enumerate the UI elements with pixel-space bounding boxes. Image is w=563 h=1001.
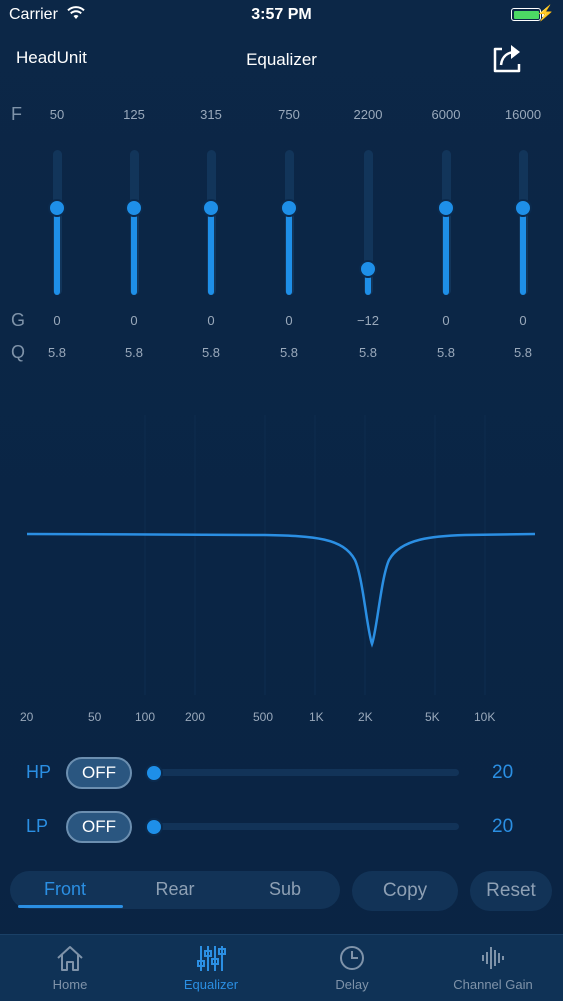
band-slider-track[interactable]: [284, 150, 294, 295]
tab-equalizer[interactable]: Equalizer: [141, 935, 281, 992]
band-gain-value: 0: [285, 313, 293, 328]
band-slider-fill: [286, 208, 292, 295]
tab-channel-gain[interactable]: Channel Gain: [423, 935, 563, 992]
band-slider-knob[interactable]: [514, 199, 532, 217]
band-q-value: 5.8: [513, 345, 533, 360]
band-slider-fill: [131, 208, 137, 295]
band-q-value: 5.8: [47, 345, 67, 360]
band-frequency: 315: [200, 107, 222, 122]
band-q-value: 5.8: [358, 345, 378, 360]
hp-value: 20: [492, 762, 514, 783]
hp-label: HP: [26, 762, 52, 782]
tab-equalizer-label: Equalizer: [183, 977, 239, 992]
band-slider-fill: [54, 208, 60, 295]
hp-toggle-button[interactable]: OFF: [66, 757, 132, 789]
eq-curve-line: [26, 532, 536, 648]
band-slider-track[interactable]: [441, 150, 451, 295]
hp-slider-knob[interactable]: [145, 764, 163, 782]
curve-frequency-tick: 2K: [358, 710, 373, 724]
lp-slider-track[interactable]: [153, 823, 459, 830]
tab-channel-gain-label: Channel Gain: [453, 977, 533, 992]
curve-frequency-tick: 200: [185, 710, 206, 724]
band-frequency: 125: [123, 107, 145, 122]
clock-icon: [340, 946, 364, 970]
curve-frequency-tick: 5K: [425, 710, 440, 724]
band-q-value: 5.8: [279, 345, 299, 360]
band-slider-knob[interactable]: [359, 260, 377, 278]
band-slider-knob[interactable]: [280, 199, 298, 217]
segment-sub[interactable]: Sub: [230, 879, 340, 900]
q-row-label: Q: [11, 342, 26, 362]
band-slider-track[interactable]: [52, 150, 62, 295]
lp-value: 20: [492, 816, 514, 837]
curve-frequency-tick: 1K: [309, 710, 324, 724]
band-gain-value: 0: [130, 313, 138, 328]
band-slider-fill: [520, 208, 526, 295]
band-frequency: 2200: [353, 107, 383, 122]
band-slider-fill: [208, 208, 214, 295]
home-icon: [57, 946, 83, 971]
status-time: 3:57 PM: [251, 6, 312, 23]
band-gain-value: 0: [53, 313, 61, 328]
curve-frequency-tick: 500: [253, 710, 274, 724]
band-slider-track[interactable]: [206, 150, 216, 295]
gain-row-label: G: [11, 310, 26, 330]
band-gain-value: 0: [207, 313, 215, 328]
band-gain-value: 0: [442, 313, 450, 328]
hp-slider-track[interactable]: [153, 769, 459, 776]
share-icon[interactable]: [489, 40, 525, 76]
curve-frequency-tick: 100: [135, 710, 156, 724]
lp-label: LP: [26, 816, 49, 836]
band-slider-knob[interactable]: [125, 199, 143, 217]
band-frequency: 750: [278, 107, 300, 122]
band-slider-knob[interactable]: [437, 199, 455, 217]
tab-home[interactable]: Home: [0, 935, 140, 992]
status-bar: Carrier 3:57 PM ⚡: [0, 0, 563, 30]
curve-frequency-tick: 10K: [474, 710, 496, 724]
tab-delay[interactable]: Delay: [282, 935, 422, 992]
tab-bar: Home Equalizer Delay Channel Gain: [0, 934, 563, 1001]
tab-home-label: Home: [52, 977, 88, 992]
band-slider-track[interactable]: [518, 150, 528, 295]
band-q-value: 5.8: [436, 345, 456, 360]
page-title: Equalizer: [246, 50, 317, 69]
waveform-icon: [482, 947, 504, 969]
eq-response-curve: [26, 415, 536, 695]
tab-delay-label: Delay: [335, 977, 369, 992]
channel-segmented-control: Front Rear Sub: [10, 871, 340, 909]
equalizer-icon: [197, 946, 226, 971]
lp-toggle-button[interactable]: OFF: [66, 811, 132, 843]
curve-frequency-tick: 50: [88, 710, 102, 724]
band-slider-fill: [443, 208, 449, 295]
band-gain-value: 0: [519, 313, 527, 328]
copy-button[interactable]: Copy: [352, 871, 458, 911]
reset-button[interactable]: Reset: [470, 871, 552, 911]
band-q-value: 5.8: [201, 345, 221, 360]
band-slider-knob[interactable]: [202, 199, 220, 217]
segment-rear[interactable]: Rear: [120, 879, 230, 900]
band-frequency: 6000: [431, 107, 461, 122]
curve-frequency-tick: 20: [20, 710, 34, 724]
segment-front[interactable]: Front: [10, 879, 120, 900]
band-gain-value: −12: [356, 313, 380, 328]
band-q-value: 5.8: [124, 345, 144, 360]
band-slider-knob[interactable]: [48, 199, 66, 217]
band-slider-track[interactable]: [129, 150, 139, 295]
lp-slider-knob[interactable]: [145, 818, 163, 836]
charging-icon: ⚡: [536, 5, 555, 22]
band-frequency: 16000: [504, 107, 542, 122]
frequency-row-label: F: [11, 104, 22, 124]
band-frequency: 50: [49, 107, 65, 122]
segment-active-indicator: [18, 905, 123, 908]
